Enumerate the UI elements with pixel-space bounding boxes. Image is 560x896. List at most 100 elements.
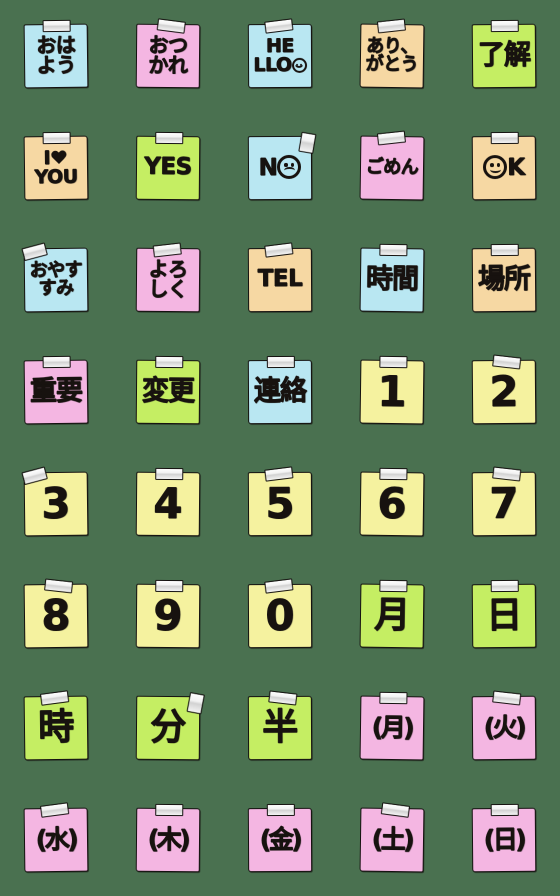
sticky-note-juuyou[interactable]: 重要 (23, 355, 89, 425)
sticker-cell: よろ しく (112, 224, 224, 336)
tape-icon (490, 579, 519, 593)
note-text: あり、 がとう (365, 36, 419, 76)
sticky-note-renraku[interactable]: 連絡 (247, 355, 313, 425)
tape-icon (379, 467, 408, 481)
sticky-note-hello[interactable]: HE LLO (247, 18, 313, 89)
sticker-cell: (金) (224, 784, 336, 896)
sticky-note-yes[interactable]: YES (135, 131, 201, 201)
tape-icon (376, 18, 406, 34)
sticky-note-basho[interactable]: 場所 (471, 243, 537, 313)
sticker-cell: N (224, 112, 336, 224)
note-text: 7 (489, 478, 519, 528)
sticky-note-monday[interactable]: (月) (359, 691, 425, 761)
note-text: TEL (257, 266, 303, 293)
sticky-note-otsukare[interactable]: おつ かれ (135, 18, 201, 89)
sticker-cell: YES (112, 112, 224, 224)
sticker-cell: おやす すみ (0, 224, 112, 336)
note-text: (火) (483, 713, 525, 743)
heart-icon (51, 151, 67, 166)
tape-icon (266, 355, 295, 369)
note-text: K (481, 155, 527, 181)
sticky-note-sunday[interactable]: (日) (471, 803, 537, 873)
note-text: 3 (41, 478, 71, 528)
note-text: 重要 (29, 375, 83, 408)
sticky-note-five[interactable]: 5 (247, 466, 313, 537)
note-text: (日) (483, 825, 525, 855)
sticky-note-arigatou[interactable]: あり、 がとう (359, 18, 425, 89)
smiley-face-icon (291, 57, 307, 73)
note-text: (土) (371, 824, 413, 855)
sticker-cell: あり、 がとう (336, 0, 448, 112)
sticky-note-ryoukai[interactable]: 了解 (471, 19, 537, 89)
tape-icon (39, 690, 69, 706)
sticker-cell: 0 (224, 560, 336, 672)
note-text: (水) (35, 825, 77, 855)
sticker-cell: 月 (336, 560, 448, 672)
sticker-cell: (火) (448, 672, 560, 784)
sticky-note-getsu-month[interactable]: 月 (359, 579, 425, 649)
sticky-note-thursday[interactable]: (木) (135, 803, 201, 873)
sticky-note-friday[interactable]: (金) (247, 803, 313, 873)
tape-icon (490, 803, 519, 817)
note-text: N (257, 155, 304, 181)
sticky-note-tel[interactable]: TEL (247, 242, 313, 313)
note-text: よろ しく (148, 257, 188, 302)
note-text: 5 (265, 478, 295, 528)
sticky-note-ok[interactable]: K (471, 131, 537, 201)
note-text: 0 (265, 590, 295, 640)
tape-icon (155, 131, 184, 145)
sticky-note-one[interactable]: 1 (359, 355, 425, 425)
sticker-cell: K (448, 112, 560, 224)
sticky-note-four[interactable]: 4 (135, 467, 201, 537)
note-text: 場所 (477, 264, 531, 296)
sticker-cell: 6 (336, 448, 448, 560)
tape-icon (186, 692, 205, 715)
tape-icon (155, 467, 184, 481)
sticky-note-ohayou[interactable]: おは よう (23, 19, 89, 89)
sticky-note-yoroshiku[interactable]: よろ しく (135, 242, 201, 313)
sticky-note-saturday[interactable]: (土) (359, 802, 425, 873)
sticky-note-fun-minute[interactable]: 分 (135, 692, 205, 761)
sticker-cell: HE LLO (224, 0, 336, 112)
note-text: HE LLO (251, 35, 308, 76)
sticky-note-no[interactable]: N (247, 131, 317, 201)
sticky-note-seven[interactable]: 7 (471, 466, 537, 537)
note-text: I YOU (34, 147, 78, 189)
sticky-note-zero[interactable]: 0 (247, 578, 313, 649)
tape-icon (263, 18, 294, 34)
smiley-face-icon (483, 155, 508, 180)
tape-icon (379, 355, 408, 369)
sticky-note-three[interactable]: 3 (21, 466, 89, 537)
sticker-cell: 3 (0, 448, 112, 560)
sticky-note-six[interactable]: 6 (359, 467, 425, 537)
sticky-note-han-half[interactable]: 半 (247, 690, 313, 761)
sticky-note-henkou[interactable]: 変更 (135, 355, 201, 425)
note-text: 半 (262, 706, 298, 748)
note-text: 連絡 (253, 376, 307, 408)
tape-icon (268, 690, 298, 706)
note-text: 了解 (477, 40, 531, 72)
tape-icon (379, 579, 408, 593)
sticky-note-tuesday[interactable]: (火) (471, 690, 537, 761)
sticky-note-nine[interactable]: 9 (135, 579, 201, 649)
sticker-cell: (水) (0, 784, 112, 896)
note-text: (木) (147, 825, 189, 855)
tape-icon (42, 131, 71, 145)
note-text: 4 (153, 478, 183, 528)
sticker-sheet-grid: おは よう おつ かれ HE LLO あり、 がとう 了解 I YOU YES N ごめん K おやす すみ よろ… (0, 0, 560, 896)
sticker-cell: ごめん (336, 112, 448, 224)
sticky-note-wednesday[interactable]: (水) (23, 802, 89, 873)
sticky-note-oyasumi[interactable]: おやす すみ (21, 242, 89, 313)
sticker-cell: 重要 (0, 336, 112, 448)
note-text: ごめん (365, 156, 419, 179)
sticky-note-i-love-you[interactable]: I YOU (23, 131, 89, 201)
sticky-note-eight[interactable]: 8 (23, 578, 89, 649)
note-text: 分 (150, 706, 186, 748)
tape-icon (379, 691, 408, 705)
sticker-cell: 8 (0, 560, 112, 672)
sticky-note-two[interactable]: 2 (471, 354, 537, 425)
sticky-note-ji-hour[interactable]: 時 (23, 690, 89, 761)
sticky-note-gomen[interactable]: ごめん (359, 130, 425, 201)
sticky-note-nichi-day[interactable]: 日 (471, 579, 537, 649)
sticky-note-jikan[interactable]: 時間 (359, 243, 425, 313)
